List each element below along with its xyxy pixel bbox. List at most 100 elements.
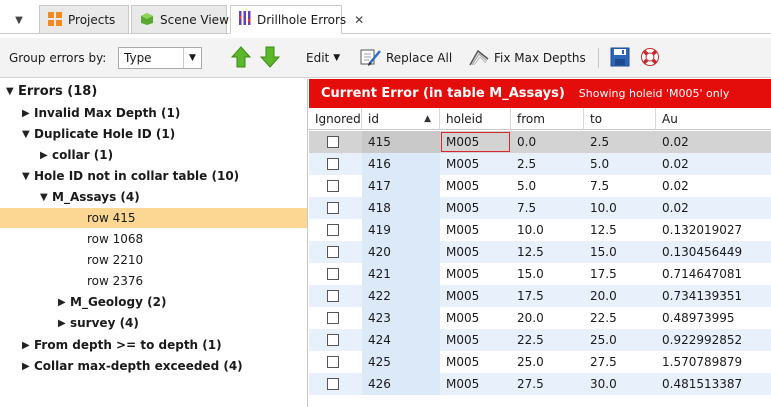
ignored-checkbox[interactable] xyxy=(327,334,339,346)
ignored-checkbox[interactable] xyxy=(327,378,339,390)
to-cell[interactable]: 30.0 xyxy=(584,373,656,395)
holeid-cell[interactable]: M005 xyxy=(440,263,511,285)
to-cell[interactable]: 2.5 xyxy=(584,131,656,153)
close-tab-icon[interactable]: ✕ xyxy=(354,13,364,27)
id-cell[interactable]: 426 xyxy=(362,373,440,395)
tree-node-hole-id-not-in-collar[interactable]: ▼ Hole ID not in collar table (10) xyxy=(0,166,307,186)
id-cell[interactable]: 421 xyxy=(362,263,440,285)
tree-node-m-geology[interactable]: ▶ M_Geology (2) xyxy=(0,292,307,312)
holeid-cell[interactable]: M005 xyxy=(440,285,511,307)
tree-node-row-2376[interactable]: row 2376 xyxy=(0,271,307,291)
column-header-id[interactable]: id ▲ xyxy=(362,108,440,130)
tab-menu-dropdown-icon[interactable]: ▼ xyxy=(10,9,28,31)
tree-node-row-1068[interactable]: row 1068 xyxy=(0,229,307,249)
tree-node-duplicate-hole-id[interactable]: ▼ Duplicate Hole ID (1) xyxy=(0,124,307,144)
ignored-checkbox[interactable] xyxy=(327,202,339,214)
au-cell[interactable]: 0.130456449 xyxy=(656,241,771,263)
column-header-holeid[interactable]: holeid xyxy=(440,108,511,130)
from-cell[interactable]: 22.5 xyxy=(511,329,584,351)
to-cell[interactable]: 25.0 xyxy=(584,329,656,351)
to-cell[interactable]: 22.5 xyxy=(584,307,656,329)
table-row[interactable]: 416 M005 2.5 5.0 0.02 xyxy=(309,153,771,175)
table-row[interactable]: 415 M005 0.0 2.5 0.02 xyxy=(309,131,771,153)
to-cell[interactable]: 7.5 xyxy=(584,175,656,197)
ignored-checkbox[interactable] xyxy=(327,268,339,280)
table-row[interactable]: 426 M005 27.5 30.0 0.481513387 xyxy=(309,373,771,395)
column-header-to[interactable]: to xyxy=(584,108,656,130)
id-cell[interactable]: 415 xyxy=(362,131,440,153)
from-cell[interactable]: 10.0 xyxy=(511,219,584,241)
holeid-cell[interactable]: M005 xyxy=(440,373,511,395)
ignored-checkbox[interactable] xyxy=(327,290,339,302)
tree-node-from-depth[interactable]: ▶ From depth >= to depth (1) xyxy=(0,335,307,355)
to-cell[interactable]: 15.0 xyxy=(584,241,656,263)
tab-projects[interactable]: Projects xyxy=(39,5,129,34)
ignored-checkbox[interactable] xyxy=(327,312,339,324)
from-cell[interactable]: 27.5 xyxy=(511,373,584,395)
holeid-cell[interactable]: M005 xyxy=(440,197,511,219)
id-cell[interactable]: 422 xyxy=(362,285,440,307)
to-cell[interactable]: 5.0 xyxy=(584,153,656,175)
table-row[interactable]: 418 M005 7.5 10.0 0.02 xyxy=(309,197,771,219)
holeid-cell[interactable]: M005 xyxy=(440,131,511,153)
to-cell[interactable]: 10.0 xyxy=(584,197,656,219)
table-row[interactable]: 424 M005 22.5 25.0 0.922992852 xyxy=(309,329,771,351)
ignored-checkbox[interactable] xyxy=(327,180,339,192)
ignored-checkbox[interactable] xyxy=(327,246,339,258)
au-cell[interactable]: 0.714647081 xyxy=(656,263,771,285)
au-cell[interactable]: 0.02 xyxy=(656,153,771,175)
table-row[interactable]: 417 M005 5.0 7.5 0.02 xyxy=(309,175,771,197)
holeid-cell[interactable]: M005 xyxy=(440,175,511,197)
from-cell[interactable]: 25.0 xyxy=(511,351,584,373)
tab-scene-view[interactable]: Scene View xyxy=(131,5,229,34)
tree-node-row-2210[interactable]: row 2210 xyxy=(0,250,307,270)
table-row[interactable]: 421 M005 15.0 17.5 0.714647081 xyxy=(309,263,771,285)
column-header-ignored[interactable]: Ignored xyxy=(309,108,362,130)
holeid-cell[interactable]: M005 xyxy=(440,307,511,329)
to-cell[interactable]: 12.5 xyxy=(584,219,656,241)
group-errors-select[interactable]: Type ▼ xyxy=(118,47,202,69)
column-header-au[interactable]: Au xyxy=(656,108,771,130)
from-cell[interactable]: 17.5 xyxy=(511,285,584,307)
au-cell[interactable]: 0.132019027 xyxy=(656,219,771,241)
id-cell[interactable]: 419 xyxy=(362,219,440,241)
tree-node-survey[interactable]: ▶ survey (4) xyxy=(0,313,307,333)
ignored-checkbox[interactable] xyxy=(327,224,339,236)
edit-menu-button[interactable]: Edit ▼ xyxy=(306,45,340,71)
to-cell[interactable]: 27.5 xyxy=(584,351,656,373)
table-row[interactable]: 423 M005 20.0 22.5 0.48973995 xyxy=(309,307,771,329)
table-row[interactable]: 420 M005 12.5 15.0 0.130456449 xyxy=(309,241,771,263)
id-cell[interactable]: 420 xyxy=(362,241,440,263)
from-cell[interactable]: 2.5 xyxy=(511,153,584,175)
au-cell[interactable]: 0.922992852 xyxy=(656,329,771,351)
holeid-cell[interactable]: M005 xyxy=(440,241,511,263)
column-header-from[interactable]: from xyxy=(511,108,584,130)
table-row[interactable]: 422 M005 17.5 20.0 0.734139351 xyxy=(309,285,771,307)
id-cell[interactable]: 418 xyxy=(362,197,440,219)
au-cell[interactable]: 0.02 xyxy=(656,131,771,153)
id-cell[interactable]: 417 xyxy=(362,175,440,197)
au-cell[interactable]: 0.48973995 xyxy=(656,307,771,329)
au-cell[interactable]: 0.734139351 xyxy=(656,285,771,307)
from-cell[interactable]: 0.0 xyxy=(511,131,584,153)
from-cell[interactable]: 20.0 xyxy=(511,307,584,329)
id-cell[interactable]: 423 xyxy=(362,307,440,329)
holeid-cell[interactable]: M005 xyxy=(440,153,511,175)
from-cell[interactable]: 15.0 xyxy=(511,263,584,285)
id-cell[interactable]: 416 xyxy=(362,153,440,175)
save-button[interactable] xyxy=(610,45,630,71)
from-cell[interactable]: 5.0 xyxy=(511,175,584,197)
fix-max-depths-button[interactable]: Fix Max Depths xyxy=(468,45,586,71)
table-row[interactable]: 419 M005 10.0 12.5 0.132019027 xyxy=(309,219,771,241)
ignored-checkbox[interactable] xyxy=(327,356,339,368)
tree-node-collar-max-depth[interactable]: ▶ Collar max-depth exceeded (4) xyxy=(0,356,307,376)
au-cell[interactable]: 0.02 xyxy=(656,175,771,197)
replace-all-button[interactable]: Replace All xyxy=(360,45,452,71)
ignored-checkbox[interactable] xyxy=(327,136,339,148)
to-cell[interactable]: 17.5 xyxy=(584,263,656,285)
table-row[interactable]: 425 M005 25.0 27.5 1.570789879 xyxy=(309,351,771,373)
tree-node-invalid-max-depth[interactable]: ▶ Invalid Max Depth (1) xyxy=(0,103,307,123)
tree-node-m-assays[interactable]: ▼ M_Assays (4) xyxy=(0,187,307,207)
holeid-cell[interactable]: M005 xyxy=(440,219,511,241)
holeid-cell[interactable]: M005 xyxy=(440,329,511,351)
